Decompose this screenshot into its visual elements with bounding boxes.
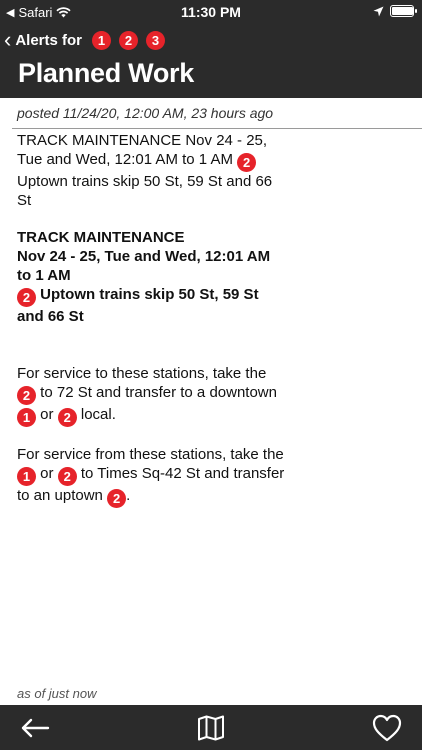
route-bullet: 2 bbox=[17, 288, 36, 307]
map-button[interactable] bbox=[194, 713, 228, 743]
paragraph-text: . bbox=[126, 487, 131, 504]
route-bullet: 1 bbox=[17, 467, 36, 486]
paragraph-text: local. bbox=[80, 406, 116, 423]
status-time: 11:30 PM bbox=[181, 4, 241, 20]
back-button[interactable]: ‹ Alerts for 1 2 3 bbox=[4, 27, 166, 52]
paragraph-text: For service to these stations, take the bbox=[17, 365, 267, 382]
heading-line-1: TRACK MAINTENANCE bbox=[17, 229, 185, 246]
service-to-paragraph: For service to these stations, take the … bbox=[17, 364, 287, 427]
battery-icon bbox=[390, 5, 417, 17]
bottom-toolbar bbox=[0, 705, 422, 750]
status-bar-right bbox=[373, 5, 417, 17]
status-bar: ◀ Safari 11:30 PM bbox=[0, 0, 422, 26]
alert-header-text: TRACK MAINTENANCE Nov 24 - 25, Tue and W… bbox=[17, 132, 268, 168]
navigation-bar: ‹ Alerts for 1 2 3 Planned Work bbox=[0, 26, 422, 98]
battery-level bbox=[392, 7, 413, 15]
route-bullet: 2 bbox=[237, 153, 257, 172]
paragraph-text: or bbox=[40, 406, 54, 423]
as-of-label: as of just now bbox=[17, 686, 97, 701]
route-bullet: 2 bbox=[57, 408, 77, 427]
arrow-left-icon bbox=[21, 718, 50, 738]
posted-timestamp: posted 11/24/20, 12:00 AM, 23 hours ago bbox=[17, 105, 274, 121]
heading-line-2: Nov 24 - 25, Tue and Wed, 12:01 AM to 1 … bbox=[17, 248, 271, 284]
route-bullet-1: 1 bbox=[92, 30, 112, 50]
alert-header: TRACK MAINTENANCE Nov 24 - 25, Tue and W… bbox=[17, 131, 287, 210]
route-bullet: 1 bbox=[17, 408, 36, 427]
back-label: Alerts for bbox=[15, 31, 83, 49]
back-arrow-button[interactable] bbox=[18, 713, 52, 743]
alert-header-text-2: Uptown trains skip 50 St, 59 St and 66 S… bbox=[17, 173, 273, 209]
paragraph-text: or bbox=[40, 465, 54, 482]
page-title: Planned Work bbox=[18, 58, 194, 88]
route-bullet: 2 bbox=[107, 489, 127, 508]
heading-line-3: Uptown trains skip 50 St, 59 St and 66 S… bbox=[17, 286, 259, 325]
paragraph-text: For service from these stations, take th… bbox=[17, 446, 284, 463]
divider bbox=[12, 128, 422, 129]
service-from-paragraph: For service from these stations, take th… bbox=[17, 445, 287, 508]
location-arrow-icon bbox=[373, 6, 384, 16]
alert-content: TRACK MAINTENANCE Nov 24 - 25, Tue and W… bbox=[17, 131, 287, 508]
paragraph-text: to 72 St and transfer to a downtown bbox=[40, 384, 277, 401]
route-bullet: 2 bbox=[57, 467, 77, 486]
route-bullet: 2 bbox=[17, 386, 36, 405]
route-bullet-3: 3 bbox=[146, 30, 166, 50]
map-icon bbox=[198, 715, 224, 741]
paragraph-text: to Times Sq-42 St and transfer to an upt… bbox=[17, 465, 285, 504]
back-route-bullets: 1 2 3 bbox=[92, 30, 166, 50]
chevron-left-icon: ‹ bbox=[4, 27, 12, 52]
heart-icon bbox=[372, 714, 402, 742]
favorite-button[interactable] bbox=[370, 713, 404, 743]
route-bullet-2: 2 bbox=[119, 30, 139, 50]
alert-body-heading: TRACK MAINTENANCE Nov 24 - 25, Tue and W… bbox=[17, 228, 287, 326]
